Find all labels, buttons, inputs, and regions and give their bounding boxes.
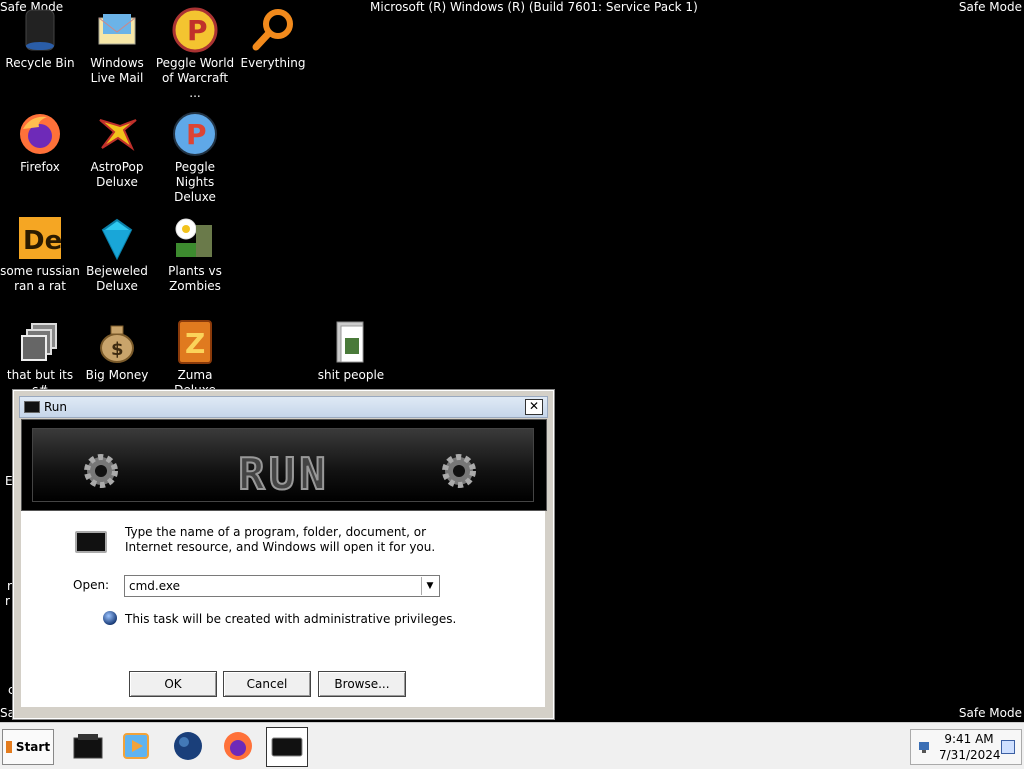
run-description: Type the name of a program, folder, docu…: [125, 525, 436, 554]
desktop-icon-peggle-nights[interactable]: P Peggle Nights Deluxe: [155, 110, 235, 205]
firefox-icon: [224, 732, 252, 760]
de-app-icon: De: [16, 214, 64, 262]
globe-icon: [174, 732, 202, 760]
safe-mode-label-bottom-right: Safe Mode: [958, 706, 1022, 720]
run-body: Type the name of a program, folder, docu…: [21, 511, 545, 707]
astropop-icon: [93, 110, 141, 158]
dropdown-arrow-icon[interactable]: ▼: [421, 577, 438, 595]
clock-time[interactable]: 9:41 AM: [939, 732, 999, 746]
svg-text:Z: Z: [185, 327, 205, 360]
open-combobox[interactable]: ▼: [124, 575, 440, 597]
gear-icon: [442, 454, 476, 488]
clock-date[interactable]: 7/31/2024: [939, 748, 1001, 762]
show-desktop-button[interactable]: [1001, 740, 1015, 754]
close-button[interactable]: ✕: [525, 399, 543, 415]
taskbar-run[interactable]: [266, 727, 308, 767]
start-label: Start: [15, 740, 51, 754]
desktop-icon-that-but-its-csharp[interactable]: that but its c#: [0, 318, 80, 398]
close-icon: ✕: [528, 399, 540, 413]
taskbar-media-player[interactable]: [116, 727, 156, 765]
desktop-icon-zuma[interactable]: Z Zuma Deluxe: [155, 318, 235, 398]
run-window-icon: [24, 401, 40, 413]
desktop-icon-bejeweled[interactable]: Bejeweled Deluxe: [77, 214, 157, 294]
desktop-icon-everything[interactable]: Everything: [233, 6, 313, 71]
system-tray: 9:41 AM 7/31/2024: [910, 729, 1022, 765]
svg-text:P: P: [187, 14, 208, 47]
run-title: Run: [44, 400, 68, 414]
desktop-icon-shit-people-folder[interactable]: shit people: [311, 318, 391, 383]
desktop-icon-astropop[interactable]: AstroPop Deluxe: [77, 110, 157, 190]
svg-text:$: $: [111, 339, 124, 360]
stacked-windows-icon: [16, 318, 64, 366]
desktop-icon-recycle-bin[interactable]: Recycle Bin: [0, 6, 80, 71]
run-title-bar[interactable]: Run ✕: [19, 396, 548, 418]
gear-icon: [84, 454, 118, 488]
program-icon: [75, 531, 107, 553]
open-input[interactable]: [125, 578, 421, 594]
firefox-icon: [16, 110, 64, 158]
folder-icon: [327, 318, 375, 366]
cancel-button[interactable]: Cancel: [223, 671, 311, 697]
taskbar: Start 9:41 AM 7/31/2024: [0, 722, 1024, 769]
media-player-icon: [123, 733, 149, 759]
everything-search-icon: [249, 6, 297, 54]
plants-vs-zombies-icon: [171, 214, 219, 262]
run-dialog: Run ✕ RUN Type the name of a program, fo…: [12, 389, 555, 720]
desktop-icon-de-app[interactable]: De some russian ran a rat: [0, 214, 80, 294]
safe-mode-label-top-right: Safe Mode: [958, 0, 1022, 14]
shield-icon: [103, 611, 117, 625]
svg-text:De: De: [23, 226, 62, 256]
obscured-label: r: [5, 594, 10, 608]
svg-text:P: P: [186, 118, 207, 151]
ok-button[interactable]: OK: [129, 671, 217, 697]
run-banner-text: RUN: [237, 448, 330, 501]
windows-flag-icon: [5, 741, 12, 753]
zuma-icon: Z: [171, 318, 219, 366]
recycle-bin-icon: [16, 6, 64, 54]
browse-button[interactable]: Browse...: [318, 671, 406, 697]
taskbar-firefox[interactable]: [218, 727, 258, 765]
peggle-wow-icon: P: [171, 6, 219, 54]
taskbar-globe[interactable]: [168, 727, 208, 765]
money-bag-icon: $: [93, 318, 141, 366]
desktop-icon-peggle-wow[interactable]: P Peggle World of Warcraft ...: [155, 6, 235, 101]
build-string: Microsoft (R) Windows (R) (Build 7601: S…: [370, 0, 698, 14]
desktop-icon-big-money[interactable]: $ Big Money: [77, 318, 157, 383]
peggle-nights-icon: P: [171, 110, 219, 158]
run-banner: RUN: [21, 419, 547, 511]
admin-privileges-note: This task will be created with administr…: [125, 612, 457, 626]
network-icon[interactable]: [917, 740, 931, 754]
open-label: Open:: [73, 578, 110, 592]
desktop-icon-firefox[interactable]: Firefox: [0, 110, 80, 175]
desktop-icon-plants-vs-zombies[interactable]: Plants vs Zombies: [155, 214, 235, 294]
bejeweled-gem-icon: [93, 214, 141, 262]
run-window-icon: [271, 737, 303, 757]
desktop-icon-windows-live-mail[interactable]: Windows Live Mail: [77, 6, 157, 86]
start-button[interactable]: Start: [2, 729, 54, 765]
taskbar-terminal[interactable]: [68, 727, 108, 765]
windows-live-mail-icon: [93, 6, 141, 54]
terminal-icon: [73, 734, 103, 759]
